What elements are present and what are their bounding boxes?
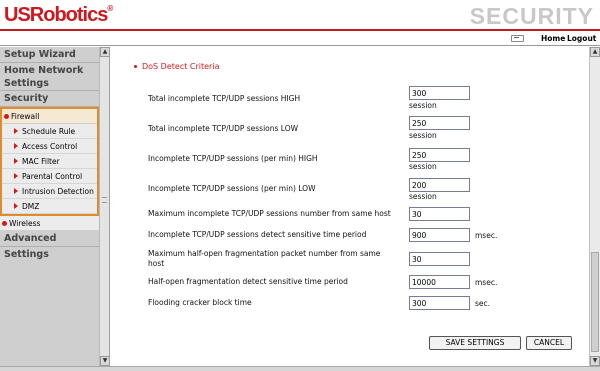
row-label: Incomplete TCP/UDP sessions detect sensi… xyxy=(148,230,367,239)
detect-time-period-input[interactable] xyxy=(409,228,470,242)
home-link[interactable]: Home xyxy=(541,34,565,43)
scroll-up-icon[interactable]: ▲ xyxy=(590,47,600,57)
row-unit: msec. xyxy=(475,278,498,287)
half-open-max-input[interactable] xyxy=(409,252,470,266)
triangle-right-icon xyxy=(14,173,18,179)
scroll-down-icon[interactable]: ▼ xyxy=(100,356,110,366)
save-settings-button[interactable]: SAVE SETTINGS xyxy=(429,336,521,350)
sidebar: Setup Wizard Home Network Settings Secur… xyxy=(0,47,110,366)
row-unit: sec. xyxy=(475,299,491,308)
flooding-block-time-input[interactable] xyxy=(409,296,470,310)
row-label: Incomplete TCP/UDP sessions (per min) LO… xyxy=(148,184,316,193)
row-unit: session xyxy=(409,131,437,140)
scroll-up-icon[interactable]: ▲ xyxy=(100,47,110,57)
sidebar-item-setup-wizard[interactable]: Setup Wizard xyxy=(0,47,99,63)
brand-logo: USRobotics® xyxy=(4,4,113,26)
main-scrollbar[interactable]: ▲ ▼ xyxy=(589,47,600,366)
page-section-title: SECURITY xyxy=(469,3,594,29)
monitor-icon xyxy=(511,35,524,42)
triangle-right-icon xyxy=(14,143,18,149)
sidebar-item-firewall[interactable]: Firewall xyxy=(2,109,97,124)
scroll-thumb[interactable] xyxy=(591,252,599,352)
scroll-down-icon[interactable]: ▼ xyxy=(590,356,600,366)
sidebar-scrollbar[interactable]: ▲ ▼ xyxy=(99,47,110,366)
sidebar-item-wireless[interactable]: Wireless xyxy=(0,216,99,231)
total-incomplete-high-input[interactable] xyxy=(409,86,470,100)
half-open-time-input[interactable] xyxy=(409,275,470,289)
sidebar-item-mac-filter[interactable]: MAC Filter xyxy=(2,154,97,169)
triangle-right-icon xyxy=(14,128,18,134)
row-unit: session xyxy=(409,101,437,110)
header: USRobotics® SECURITY xyxy=(0,0,600,30)
cancel-button[interactable]: CANCEL xyxy=(526,336,572,350)
sidebar-item-security[interactable]: Security xyxy=(0,91,99,107)
row-unit: msec. xyxy=(475,231,498,240)
triangle-right-icon xyxy=(14,203,18,209)
logout-link[interactable]: Logout xyxy=(567,34,596,43)
sidebar-item-schedule-rule[interactable]: Schedule Rule xyxy=(2,124,97,139)
window-bottom-border xyxy=(0,366,600,371)
triangle-right-icon xyxy=(14,188,18,194)
max-same-host-input[interactable] xyxy=(409,207,470,221)
per-min-low-input[interactable] xyxy=(409,178,470,192)
row-label: Maximum half-open fragmentation packet n… xyxy=(148,249,381,268)
sidebar-item-dmz[interactable]: DMZ xyxy=(2,199,97,214)
sidebar-item-parental-control[interactable]: Parental Control xyxy=(2,169,97,184)
bullet-icon xyxy=(134,65,137,68)
section-header: DoS Detect Criteria xyxy=(134,62,219,71)
row-label: Total incomplete TCP/UDP sessions LOW xyxy=(148,124,299,133)
total-incomplete-low-input[interactable] xyxy=(409,116,470,130)
bullet-icon xyxy=(4,114,9,119)
top-nav: Home Logout xyxy=(0,31,600,46)
main-content: DoS Detect Criteria Total incomplete TCP… xyxy=(111,47,589,366)
row-label: Maximum incomplete TCP/UDP sessions numb… xyxy=(148,209,391,218)
per-min-high-input[interactable] xyxy=(409,148,470,162)
row-label: Half-open fragmentation detect sensitive… xyxy=(148,277,348,286)
sidebar-item-access-control[interactable]: Access Control xyxy=(2,139,97,154)
bullet-icon xyxy=(2,221,7,226)
row-unit: session xyxy=(409,192,437,201)
sidebar-item-intrusion-detection[interactable]: Intrusion Detection xyxy=(2,184,97,199)
row-unit: session xyxy=(409,162,437,171)
scroll-grip[interactable] xyxy=(102,197,107,203)
row-label: Flooding cracker block time xyxy=(148,298,252,307)
row-label: Incomplete TCP/UDP sessions (per min) HI… xyxy=(148,154,318,163)
firewall-group: Firewall Schedule Rule Access Control MA… xyxy=(0,107,99,216)
sidebar-item-home-network[interactable]: Home Network Settings xyxy=(0,63,99,91)
sidebar-item-advanced-settings[interactable]: Advanced Settings xyxy=(0,231,99,260)
triangle-right-icon xyxy=(14,158,18,164)
row-label: Total incomplete TCP/UDP sessions HIGH xyxy=(148,94,301,103)
